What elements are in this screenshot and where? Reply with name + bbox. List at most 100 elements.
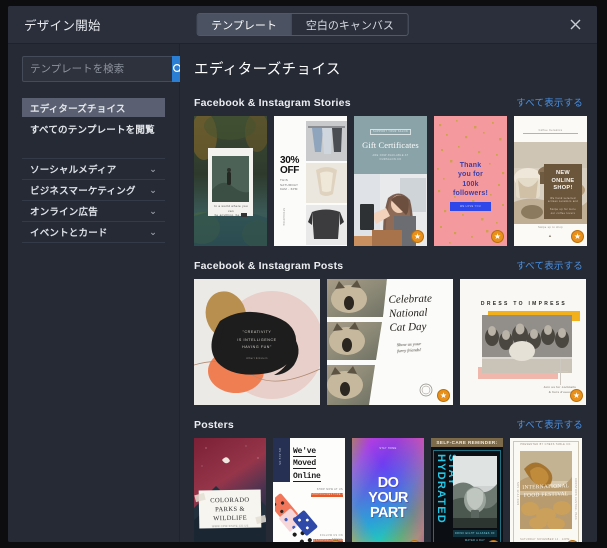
chevron-down-icon: ⌄ xyxy=(149,205,157,216)
card-headline: 30% OFF xyxy=(280,155,300,176)
template-card-thank-you-100k-story[interactable]: Thank you for 100k followers! WE LOVE YOU ★ xyxy=(434,116,507,246)
card-quote: "CREATIVITY IS INTELLIGENCE HAVING FUN" xyxy=(237,330,277,350)
template-card-new-online-shop-story[interactable]: Coffee Ceramics NEW ONLINE SHOP! We hand s… xyxy=(514,116,587,246)
card-vertical-left: NOV 12-14 2020 xyxy=(515,482,519,506)
pro-badge-icon: ★ xyxy=(570,389,583,402)
template-card-thirty-percent-off-story[interactable]: 30% OFF THIS SATURDAY 9AM - 6PM STOREWIDE xyxy=(274,116,347,246)
card-headline: INTERNATIONAL FOOD FESTIVAL xyxy=(522,483,570,499)
card-row-posts: "CREATIVITY IS INTELLIGENCE HAVING FUN" Al… xyxy=(194,279,586,405)
sidebar-item-label: すべてのテンプレートを閲覧 xyxy=(30,124,155,136)
card-vertical-label: WE ARE ON xyxy=(277,448,281,466)
template-card-international-food-festival-poster[interactable]: PRESENTED BY CHEFS TABLE CO. INTERNATION… xyxy=(510,438,582,542)
close-icon[interactable] xyxy=(563,13,587,37)
chevron-down-icon: ⌄ xyxy=(149,184,157,195)
template-card-dress-to-impress-post[interactable]: DRESS TO IMPRESS Join us for cocktails &… xyxy=(460,279,586,405)
template-card-national-cat-day-post[interactable]: Celebrate National Cat Day Show us your fur… xyxy=(327,279,453,405)
template-card-gift-certificates-story[interactable]: SUPPORT YOUR SALON Gift Certificates ARE… xyxy=(354,116,427,246)
card-vertical-right: DOWNTOWN CENTRAL PARK xyxy=(574,478,577,520)
section-stories: Facebook & Instagram Stories すべて表示する In … xyxy=(194,95,587,246)
category-label: ソーシャルメディア xyxy=(30,165,117,176)
page-title: エディターズチョイス xyxy=(194,62,341,78)
category-label: オンライン広告 xyxy=(30,207,98,218)
template-card-stay-hydrated-poster[interactable]: SELF-CARE REMINDER: STAY HYDRATED DRINK … xyxy=(431,438,503,542)
card-footer: SATURDAY NOVEMBER 14 · 12PM - 9PM xyxy=(520,538,571,542)
sidebar-item-label: エディターズチョイス xyxy=(30,103,126,115)
sidebar-category-events-cards[interactable]: イベントとカード ⌄ xyxy=(22,222,165,243)
chevron-down-icon: ⌄ xyxy=(149,226,157,237)
template-card-colorado-parks-wildlife-poster[interactable]: COLORADO PARKS & WILDLIFE WWW.CPW.STATE.CO… xyxy=(194,438,266,542)
card-vertical-label: STOREWIDE xyxy=(281,208,285,227)
card-banner-label: SELF-CARE REMINDER: xyxy=(436,440,498,445)
section-posts: Facebook & Instagram Posts すべて表示する "CREA… xyxy=(194,258,586,405)
tab-templates[interactable]: テンプレート xyxy=(197,14,291,35)
template-card-do-your-part-poster[interactable]: STAY HOME DOYOURPART Support Local ★ xyxy=(352,438,424,542)
card-cta-label: WE LOVE YOU xyxy=(459,205,482,208)
dialog-body: エディターズチョイス すべてのテンプレートを閲覧 ソーシャルメディア ⌄ ビジネ… xyxy=(8,44,597,542)
sidebar-item-editors-choice[interactable]: エディターズチョイス xyxy=(22,98,165,117)
card-subcaption: ARE NOW AVAILABLE AT OURSALON.CO xyxy=(372,154,409,161)
dialog-titlebar: デザイン開始 テンプレート 空白のキャンバス xyxy=(8,6,597,44)
card-panel: NEW ONLINE SHOP! We hand selected artisan c… xyxy=(544,164,582,219)
card-subcaption: Show us your furry friends! xyxy=(396,341,422,354)
pro-badge-icon: ★ xyxy=(571,230,584,243)
screen-root: デザイン開始 テンプレート 空白のキャンバス テンプレートを検索 エディターズチ… xyxy=(0,0,607,548)
category-label: イベントとカード xyxy=(30,228,108,239)
template-card-forest-hiker-story[interactable]: In a world where you can be anything, be … xyxy=(194,116,267,246)
sidebar: エディターズチョイス すべてのテンプレートを閲覧 ソーシャルメディア ⌄ ビジネ… xyxy=(8,44,184,542)
chevron-down-icon: ⌄ xyxy=(149,163,157,174)
mode-tab-group: テンプレート 空白のキャンバス xyxy=(196,13,409,36)
card-caption: In a world where you can be anything, be … xyxy=(214,204,248,217)
card-footer-icon: ▲ xyxy=(548,233,552,238)
section-title: Facebook & Instagram Stories xyxy=(194,97,351,109)
card-headline: COLORADO PARKS & WILDLIFE xyxy=(210,496,250,522)
card-headline: Celebrate National Cat Day xyxy=(388,292,433,334)
card-row-stories: In a world where you can be anything, be … xyxy=(194,116,587,246)
card-eyebrow: STAY HOME xyxy=(379,447,397,450)
section-header: Facebook & Instagram Stories すべて表示する xyxy=(194,95,583,109)
card-eyebrow: PRESENTED BY CHEFS TABLE CO. xyxy=(520,443,572,446)
see-all-link-posts[interactable]: すべて表示する xyxy=(516,258,583,272)
card-eyebrow: SUPPORT YOUR SALON xyxy=(373,130,408,133)
card-accent-block xyxy=(273,438,290,482)
see-all-link-stories[interactable]: すべて表示する xyxy=(516,95,583,109)
section-title: Facebook & Instagram Posts xyxy=(194,260,344,272)
section-posters: Posters すべて表示する COLORADO PARKS & WILDLIF… xyxy=(194,417,583,542)
card-headline: NEW ONLINE SHOP! xyxy=(551,170,575,192)
card-headline: We've Moved Online xyxy=(293,447,321,482)
sidebar-item-browse-all[interactable]: すべてのテンプレートを閲覧 xyxy=(22,119,165,138)
sidebar-nav: エディターズチョイス すべてのテンプレートを閲覧 xyxy=(22,98,165,138)
search-input[interactable] xyxy=(22,56,172,82)
create-design-dialog: デザイン開始 テンプレート 空白のキャンバス テンプレートを検索 エディターズチ… xyxy=(8,6,597,542)
section-title: Posters xyxy=(194,419,234,431)
card-cta-button[interactable]: WE LOVE YOU xyxy=(450,202,491,211)
card-headline: DO YOUR PART xyxy=(368,475,408,522)
card-headline: Gift Certificates xyxy=(362,140,419,150)
pro-badge-icon: ★ xyxy=(491,230,504,243)
see-all-link-posters[interactable]: すべて表示する xyxy=(516,417,583,431)
card-row-posters: COLORADO PARKS & WILDLIFE WWW.CPW.STATE.CO… xyxy=(194,438,583,542)
section-header: Facebook & Instagram Posts すべて表示する xyxy=(194,258,583,272)
card-subcaption: We hand selected artisan ceramics and Swip… xyxy=(547,196,579,216)
card-footer: Join us for cocktails & hors d'oeuvres xyxy=(543,385,576,394)
sidebar-category-business-marketing[interactable]: ビジネスマーケティング ⌄ xyxy=(22,180,165,201)
card-footer: Swipe up to shop xyxy=(538,226,563,229)
card-eyebrow: DRESS TO IMPRESS xyxy=(480,301,568,307)
pro-badge-icon: ★ xyxy=(411,230,424,243)
card-subcaption: THIS SATURDAY 9AM - 6PM xyxy=(280,178,299,191)
card-headline: Thank you for 100k followers! xyxy=(452,162,489,198)
card-banner: SELF-CARE REMINDER: xyxy=(431,438,503,447)
category-label: ビジネスマーケティング xyxy=(30,186,136,197)
card-label-panel: COLORADO PARKS & WILDLIFE WWW.CPW.STATE.CO… xyxy=(198,489,262,529)
pro-badge-icon: ★ xyxy=(437,389,450,402)
template-search xyxy=(22,56,184,82)
dialog-title: デザイン開始 xyxy=(24,19,101,33)
tab-blank-canvas[interactable]: 空白のキャンバス xyxy=(290,14,408,35)
template-gallery[interactable]: エディターズチョイス Facebook & Instagram Stories … xyxy=(180,44,597,542)
template-card-weve-moved-online-poster[interactable]: WE ARE ON We've Moved Online SHOP NOW AT… xyxy=(273,438,345,542)
template-card-creativity-quote-post[interactable]: "CREATIVITY IS INTELLIGENCE HAVING FUN" Al… xyxy=(194,279,320,405)
section-header: Posters すべて表示する xyxy=(194,417,583,431)
card-brand: Coffee Ceramics xyxy=(523,129,578,133)
card-attribution: Albert Einstein xyxy=(246,357,268,360)
sidebar-category-online-ads[interactable]: オンライン広告 ⌄ xyxy=(22,201,165,222)
sidebar-category-social-media[interactable]: ソーシャルメディア ⌄ xyxy=(22,159,165,180)
